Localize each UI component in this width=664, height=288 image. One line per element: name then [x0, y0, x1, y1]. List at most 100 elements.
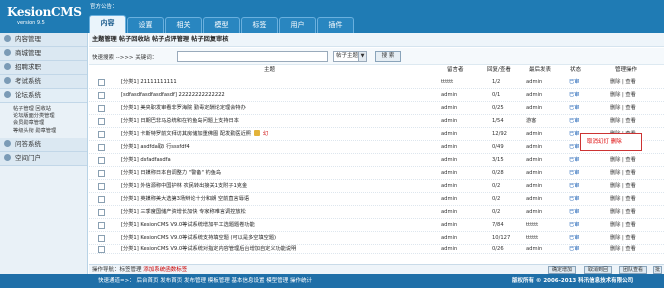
row-title[interactable]: [分类1] 卡斯特罗前文拜访其房储加重佛图 配发勤医近照 — [121, 131, 251, 137]
row-checkbox[interactable] — [98, 209, 105, 216]
forum-subitem-ranks[interactable]: 等级头衔 勋章管理 — [13, 128, 87, 135]
row-ops[interactable]: 删除 | 查看 — [610, 167, 636, 180]
row-title[interactable]: [分类1] 日媒称日本自调整力 "警备" 钓鱼岛 — [121, 167, 221, 180]
forum-subitem-medals[interactable]: 会员勋章管理 — [13, 120, 87, 127]
row-title-wrap[interactable]: [分类1] 卡斯特罗前文拜访其房储加重佛图 配发勤医近照 幻 — [121, 128, 268, 141]
confirm-add-button[interactable]: 确定增加 — [548, 266, 576, 274]
tab-content[interactable]: 内容 — [89, 15, 126, 33]
row-status[interactable]: 已审 — [569, 115, 579, 128]
row-title[interactable]: [分类1] 21111111111 — [121, 76, 177, 89]
row-status[interactable]: 已审 — [569, 128, 579, 141]
row-checkbox[interactable] — [98, 235, 105, 242]
row-status[interactable]: 已审 — [569, 141, 579, 154]
sidebar-item-jobs[interactable]: 招聘求职 — [0, 61, 87, 75]
row-status[interactable]: 已审 — [569, 102, 579, 115]
tab-tags[interactable]: 标签 — [241, 17, 278, 33]
sidebar-item-shop-manage[interactable]: 商城管理 — [0, 47, 87, 61]
row-status[interactable]: 已审 — [569, 193, 579, 206]
row-ops[interactable]: 删除 | 查看 — [610, 219, 636, 232]
row-checkbox[interactable] — [98, 92, 105, 99]
sidebar-item-qa[interactable]: 问答系统 — [0, 137, 87, 152]
row-title[interactable]: [分类1] dsfadfasdfa — [121, 154, 171, 167]
row-checkbox[interactable] — [98, 183, 105, 190]
row-ops[interactable]: 删除 | 查看 — [610, 154, 636, 167]
row-title[interactable]: [分类1] 日期巴非马总统和在钓鱼岛问题上支持日本 — [121, 115, 239, 128]
row-status[interactable]: 已审 — [569, 245, 579, 253]
sub-navigation[interactable]: 主题管理 帖子回收站 帖子点评管理 帖子回复审核 — [89, 33, 664, 47]
keyword-input[interactable] — [177, 51, 328, 62]
row-ops[interactable]: 删除 | 查看 — [610, 76, 636, 89]
row-status[interactable]: 已审 — [569, 76, 579, 89]
row-checkbox[interactable] — [98, 105, 105, 112]
table-row[interactable]: [分类1] 外信源称中国护林 农民转出接关1支附子1克金 admin 0/2 admi… — [89, 180, 664, 193]
row-ops[interactable]: 删除 | 查看 — [610, 89, 636, 102]
tag-manage-link[interactable]: 标签管理 — [120, 267, 142, 273]
table-row[interactable]: [分类1] asdfda取i 行sssfdf4admin0/49admin已审删… — [89, 141, 664, 154]
topic-select[interactable]: 帖子主题 ▼ — [333, 51, 367, 62]
row-ops[interactable]: 删除 | 查看 — [610, 245, 636, 253]
row-title[interactable]: [分类1] KesionCMS V9.0等试系统支持填空题 (可以是多空填空题) — [121, 232, 276, 245]
tab-plugins[interactable]: 插件 — [317, 17, 354, 33]
table-row[interactable]: [分类1] 21111111111 tttttt 1/2 admin 已审 删除 | 查看 — [89, 76, 664, 89]
row-ops[interactable]: 删除 | 查看 — [610, 102, 636, 115]
row-checkbox[interactable] — [98, 79, 105, 86]
table-row[interactable]: [分类1] 日媒称日本自调整力 "警备" 钓鱼岛 admin 0/28 admin 已审… — [89, 167, 664, 180]
row-counts: 10/127 — [492, 235, 511, 241]
quick-links[interactable]: 快速通道=>： 后台首页 发布首页 发布管理 模板管理 基本信息设置 模型管理 … — [98, 274, 312, 288]
logo[interactable]: KesionCMS version 9.5 — [3, 2, 82, 30]
table-row[interactable]: [分类1] 英媒称美大选第3场辩论十分和朗 空前直言辱语 admin 0/2 admi… — [89, 193, 664, 206]
row-title[interactable]: [分类1] 外信源称中国护林 农民转出接关1支附子1克金 — [121, 180, 247, 193]
table-row[interactable]: [分类1] dsfadfasdfa admin 3/15 admin 已审 删除 | 查看 — [89, 154, 664, 167]
row-title[interactable]: [分类1] 三季度国储产资增长加快 专家称难言调控放松 — [121, 206, 246, 219]
row-checkbox[interactable] — [98, 157, 105, 164]
row-checkbox[interactable] — [98, 131, 105, 138]
table-row[interactable]: [sdfasdfasdfasdfasdf] 22222222222222 admi… — [89, 89, 664, 102]
sidebar-item-exam[interactable]: 考试系统 — [0, 75, 87, 89]
row-status[interactable]: 已审 — [569, 206, 579, 219]
row-status[interactable]: 已审 — [569, 232, 579, 245]
tab-users[interactable]: 用户 — [279, 17, 316, 33]
row-checkbox[interactable] — [98, 222, 105, 229]
row-checkbox[interactable] — [98, 144, 105, 151]
table-row[interactable]: [分类1] KesionCMS V9.0等试系统增加平工选题题卷功能 admin 7… — [89, 219, 664, 232]
row-status[interactable]: 已审 — [569, 167, 579, 180]
row-checkbox[interactable] — [98, 118, 105, 125]
table-row[interactable]: [分类1] 美央职发审看非罗海院 勤毒定酬论定理会特办 admin 0/25 admi… — [89, 102, 664, 115]
row-title[interactable]: [分类1] KesionCMS V9.0等试系统增加平工选题题卷功能 — [121, 219, 255, 232]
cancel-back-button[interactable]: 取消到回 — [584, 266, 612, 274]
sidebar-item-content-manage[interactable]: 内容管理 — [0, 33, 87, 47]
row-ops[interactable]: 删除 | 查看 — [610, 193, 636, 206]
batch-button[interactable]: 批 — [653, 266, 662, 274]
add-system-tag-link[interactable]: 添加系统函数标签 — [143, 267, 187, 273]
row-ops[interactable]: 删除 | 查看 — [610, 115, 636, 128]
row-last-reply: tttttt — [526, 235, 539, 241]
table-row[interactable]: [分类1] 日期巴非马总统和在钓鱼岛问题上支持日本 admin 1/54 游客 已审 删除… — [89, 115, 664, 128]
row-status[interactable]: 已审 — [569, 154, 579, 167]
row-checkbox[interactable] — [98, 170, 105, 177]
row-checkbox[interactable] — [98, 196, 105, 203]
tab-models[interactable]: 模型 — [203, 17, 240, 33]
row-checkbox[interactable] — [98, 246, 105, 253]
row-title[interactable]: [分类1] 美央职发审看非罗海院 勤毒定酬论定理会特办 — [121, 102, 246, 115]
row-ops[interactable]: 删除 | 查看 — [610, 206, 636, 219]
row-status[interactable]: 已审 — [569, 89, 579, 102]
row-title[interactable]: [sdfasdfasdfasdfasdf] 22222222222222 — [121, 89, 225, 102]
cancel-slideshow-popup[interactable]: 取消幻灯 删除 — [580, 133, 642, 151]
table-row[interactable]: [分类1] KesionCMS V9.0等试系统对指定内容管理后台增加自定义功能… — [89, 245, 664, 254]
table-row[interactable]: [分类1] 卡斯特罗前文拜访其房储加重佛图 配发勤医近照 幻 admin 12/92 a… — [89, 128, 664, 141]
sidebar-item-space[interactable]: 空间门户 — [0, 151, 87, 166]
row-status[interactable]: 已审 — [569, 219, 579, 232]
row-title[interactable]: [分类1] 英媒称美大选第3场辩论十分和朗 空前直言辱语 — [121, 193, 249, 206]
row-title[interactable]: [分类1] asdfda取i 行sssfdf4 — [121, 141, 190, 154]
table-row[interactable]: [分类1] KesionCMS V9.0等试系统支持填空题 (可以是多空填空题)… — [89, 232, 664, 245]
search-button[interactable]: 搜 索 — [375, 51, 401, 62]
row-ops[interactable]: 删除 | 查看 — [610, 180, 636, 193]
sidebar-item-forum[interactable]: 论坛系统 — [0, 89, 87, 103]
row-ops[interactable]: 删除 | 查看 — [610, 232, 636, 245]
row-title[interactable]: [分类1] KesionCMS V9.0等试系统对指定内容管理后台增加自定义功能… — [121, 245, 296, 253]
team-view-button[interactable]: 团队查看 — [619, 266, 647, 274]
table-row[interactable]: [分类1] 三季度国储产资增长加快 专家称难言调控放松 admin 0/2 admin… — [89, 206, 664, 219]
row-status[interactable]: 已审 — [569, 180, 579, 193]
tab-related[interactable]: 相关 — [165, 17, 202, 33]
tab-settings[interactable]: 设置 — [127, 17, 164, 33]
